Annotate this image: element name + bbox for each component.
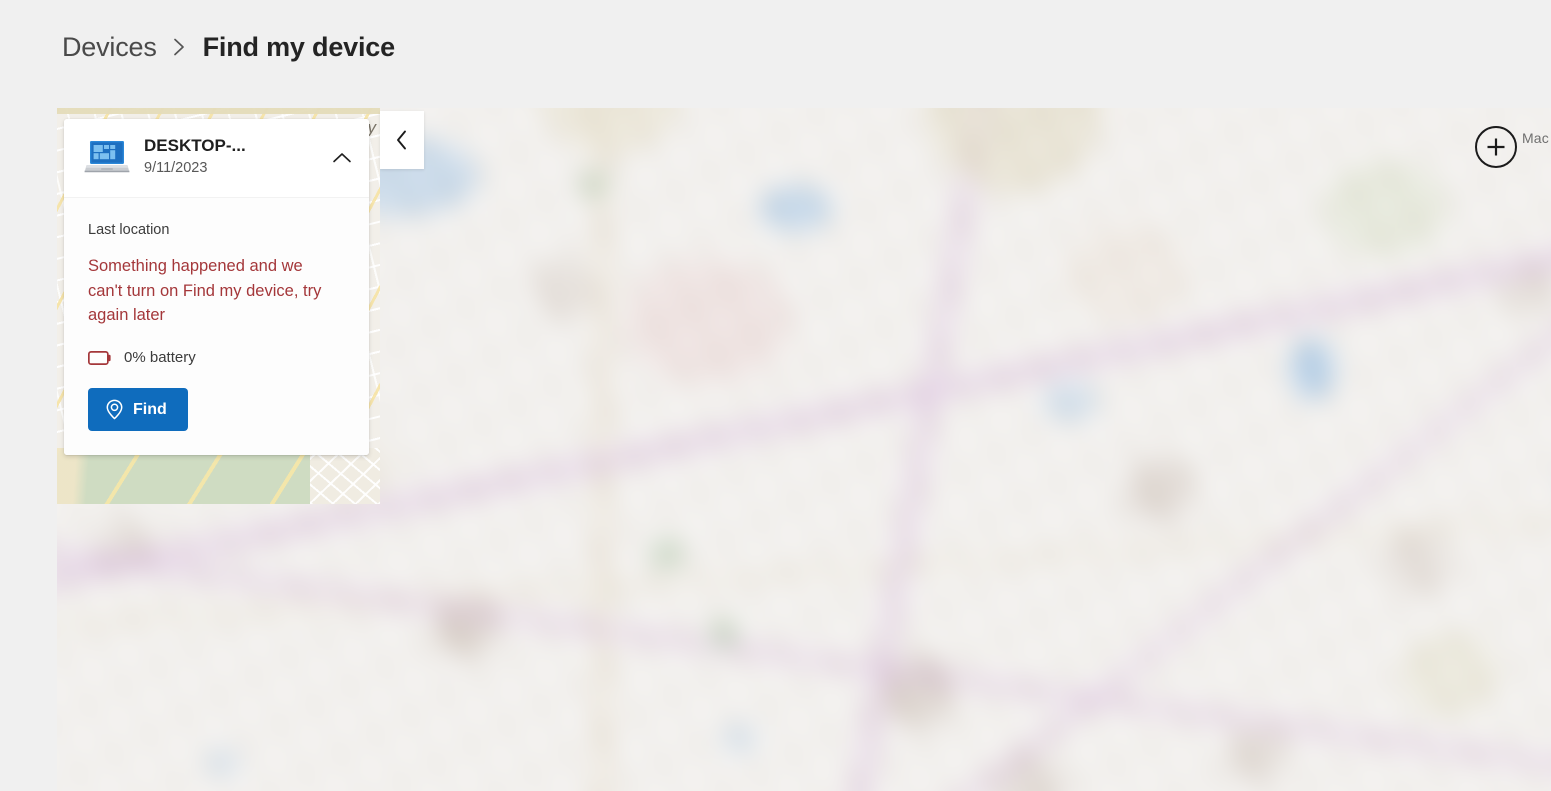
device-card: DESKTOP-... 9/11/2023 Last location Some… bbox=[64, 119, 369, 455]
chevron-right-icon bbox=[171, 34, 189, 60]
last-location-label: Last location bbox=[88, 222, 170, 238]
breadcrumb-link-devices[interactable]: Devices bbox=[62, 32, 157, 63]
breadcrumb: Devices Find my device bbox=[62, 27, 395, 67]
device-last-seen-date: 9/11/2023 bbox=[144, 160, 208, 176]
battery-status: 0% battery bbox=[88, 348, 349, 368]
device-name: DESKTOP-... bbox=[144, 136, 246, 155]
find-my-device-page: Devices Find my device City ail y bbox=[0, 0, 1551, 791]
laptop-icon bbox=[84, 139, 130, 175]
location-pin-icon bbox=[105, 399, 124, 420]
find-button-label: Find bbox=[133, 400, 167, 418]
battery-text: 0% battery bbox=[124, 348, 196, 366]
error-message: Something happened and we can't turn on … bbox=[88, 257, 322, 324]
plus-icon bbox=[1484, 135, 1508, 159]
chevron-left-icon bbox=[395, 129, 409, 151]
battery-empty-icon bbox=[88, 350, 112, 365]
device-card-header[interactable]: DESKTOP-... 9/11/2023 bbox=[64, 119, 369, 198]
zoom-in-button[interactable] bbox=[1475, 126, 1517, 168]
chevron-up-icon[interactable] bbox=[329, 144, 355, 170]
device-card-body: Last location Something happened and we … bbox=[64, 198, 369, 455]
find-button[interactable]: Find bbox=[88, 387, 188, 431]
map-park-area bbox=[57, 448, 380, 504]
collapse-panel-button[interactable] bbox=[380, 111, 424, 169]
page-title: Find my device bbox=[202, 31, 395, 62]
map-attribution: Mac bbox=[1521, 130, 1549, 146]
device-meta: DESKTOP-... 9/11/2023 bbox=[144, 135, 329, 179]
